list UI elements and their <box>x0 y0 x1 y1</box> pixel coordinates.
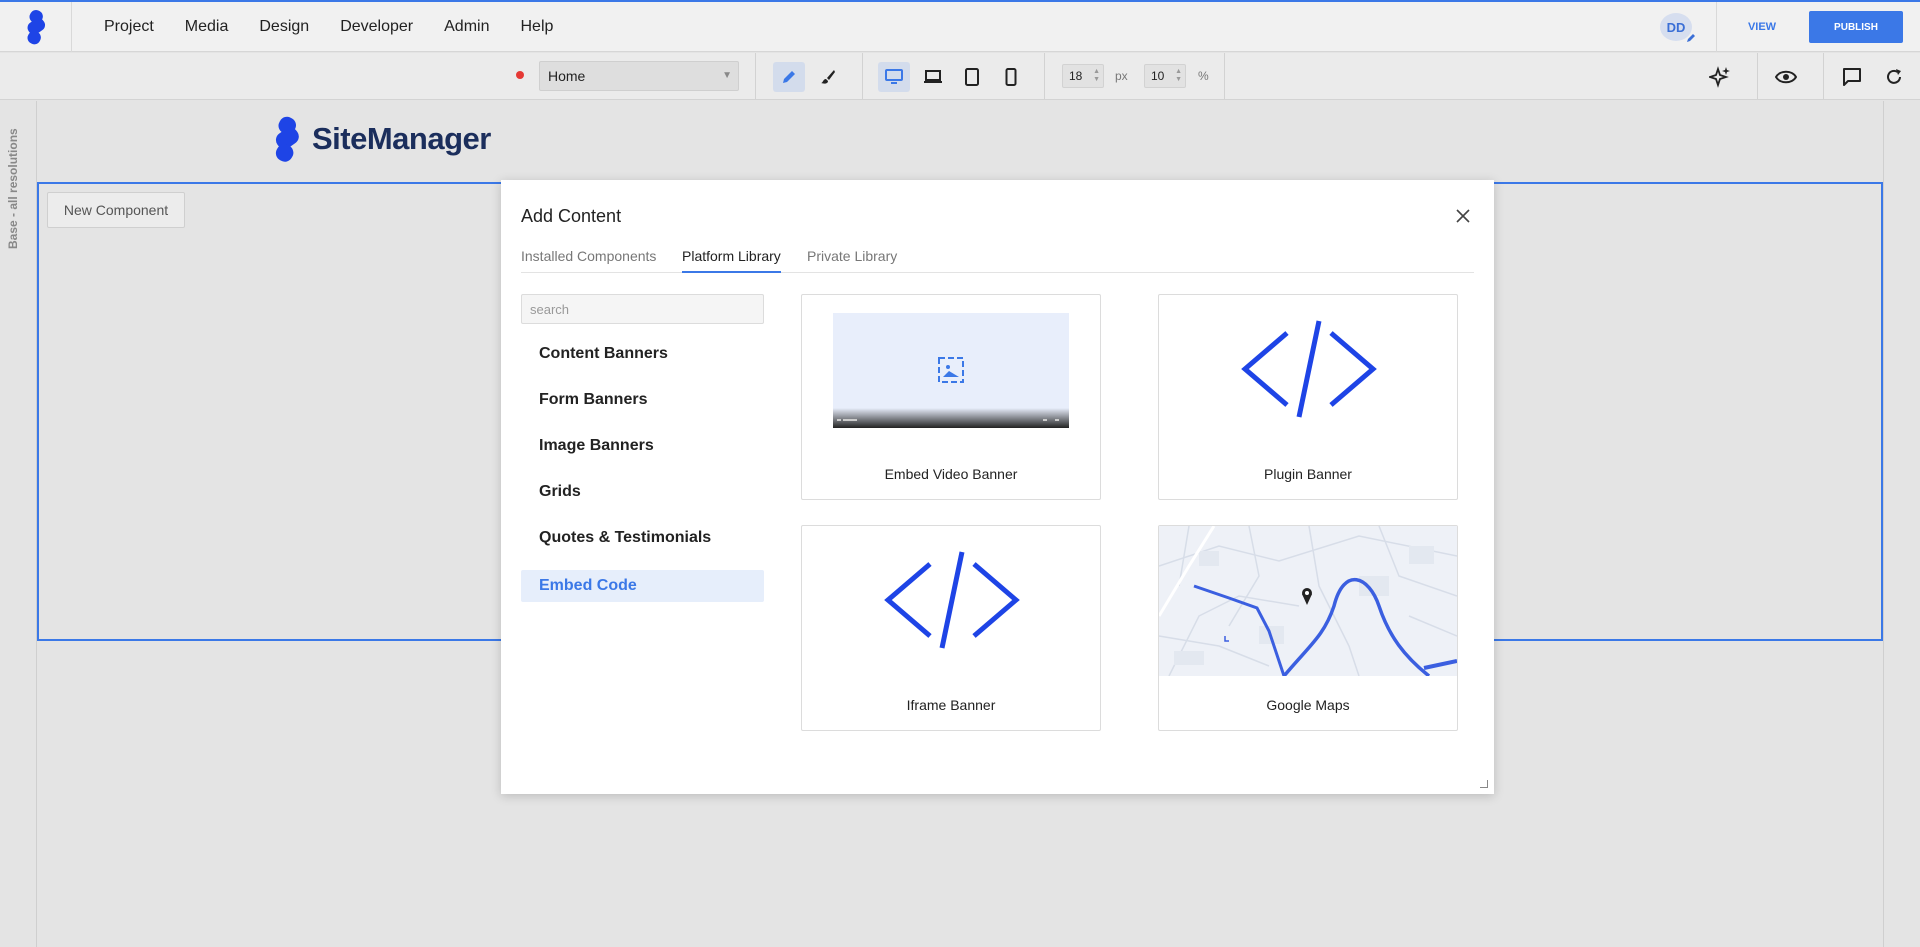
divider <box>1716 2 1717 52</box>
menu-media[interactable]: Media <box>185 18 229 36</box>
component-card-embed-video-banner[interactable]: Embed Video Banner <box>801 294 1101 500</box>
view-button[interactable]: VIEW <box>1738 16 1786 38</box>
dropdown-caret-icon: ▼ <box>722 70 732 81</box>
mobile-view-button[interactable] <box>995 62 1027 92</box>
divider <box>1044 53 1045 99</box>
sparkle-icon <box>1709 66 1730 88</box>
category-content-banners[interactable]: Content Banners <box>521 338 764 370</box>
component-card-google-maps[interactable]: Google Maps <box>1158 525 1458 731</box>
app-logo-icon <box>26 10 45 45</box>
top-nav: Project Media Design Developer Admin Hel… <box>0 0 1920 52</box>
spinner-icon[interactable]: ▲ ▼ <box>1175 68 1182 84</box>
site-logo[interactable]: SiteManager <box>270 113 491 165</box>
search-input[interactable] <box>521 294 764 324</box>
laptop-view-button[interactable] <box>917 62 949 92</box>
divider <box>755 53 756 99</box>
font-size-value: 18 <box>1069 69 1083 83</box>
category-grids[interactable]: Grids <box>521 476 764 508</box>
divider <box>1757 53 1758 99</box>
pencil-icon <box>783 71 795 83</box>
card-label: Embed Video Banner <box>884 466 1018 482</box>
menu-design[interactable]: Design <box>259 18 309 36</box>
divider <box>1224 53 1225 99</box>
spinner-icon[interactable]: ▲ ▼ <box>1093 68 1100 84</box>
style-mode-button[interactable] <box>812 62 844 92</box>
ai-assist-button[interactable] <box>1704 62 1736 92</box>
page-select[interactable]: Home ▼ <box>539 61 739 91</box>
tab-private-library[interactable]: Private Library <box>807 248 897 273</box>
menu-help[interactable]: Help <box>520 18 553 36</box>
close-icon <box>1456 209 1470 223</box>
main-menu: Project Media Design Developer Admin Hel… <box>104 2 553 52</box>
tablet-view-button[interactable] <box>956 62 988 92</box>
dialog-title: Add Content <box>521 206 622 226</box>
site-logo-text: SiteManager <box>312 121 491 156</box>
menu-admin[interactable]: Admin <box>444 18 489 36</box>
edit-pencil-icon <box>1687 34 1695 42</box>
percent-unit: % <box>1198 69 1209 83</box>
menu-developer[interactable]: Developer <box>340 18 413 36</box>
category-quotes-testimonials[interactable]: Quotes & Testimonials <box>521 522 764 554</box>
divider <box>1823 53 1824 99</box>
desktop-view-button[interactable] <box>878 62 910 92</box>
category-embed-code[interactable]: Embed Code <box>521 570 764 602</box>
publish-button[interactable]: PUBLISH <box>1809 11 1903 43</box>
percent-value: 10 <box>1151 69 1165 83</box>
tablet-icon <box>965 68 979 86</box>
tab-installed-components[interactable]: Installed Components <box>521 248 656 273</box>
app-logo[interactable] <box>0 2 72 52</box>
site-logo-icon <box>275 116 299 162</box>
edit-mode-button[interactable] <box>773 62 805 92</box>
divider <box>862 53 863 99</box>
laptop-icon <box>924 70 942 83</box>
category-image-banners[interactable]: Image Banners <box>521 430 764 462</box>
card-label: Google Maps <box>1266 697 1350 713</box>
close-button[interactable] <box>1451 204 1475 228</box>
page-select-value: Home <box>548 68 586 84</box>
font-size-input[interactable]: 18 ▲ ▼ <box>1062 64 1104 88</box>
comments-button[interactable] <box>1836 62 1868 92</box>
preview-button[interactable] <box>1770 62 1802 92</box>
tab-platform-library[interactable]: Platform Library <box>682 248 781 273</box>
user-avatar[interactable]: DD <box>1660 13 1695 42</box>
editor-toolbar: Home ▼ 18 ▲ ▼ px 10 ▲ ▼ % <box>0 53 1920 100</box>
unsaved-status-dot <box>516 71 524 79</box>
desktop-icon <box>885 69 903 84</box>
new-component-button[interactable]: New Component <box>47 192 185 228</box>
brush-icon <box>821 70 835 84</box>
category-form-banners[interactable]: Form Banners <box>521 384 764 416</box>
library-tabs: Installed Components Platform Library Pr… <box>521 248 1474 273</box>
video-thumbnail-icon <box>833 313 1069 428</box>
refresh-icon <box>1887 69 1901 84</box>
comment-icon <box>1843 68 1861 86</box>
menu-project[interactable]: Project <box>104 18 154 36</box>
avatar-initials: DD <box>1666 19 1686 35</box>
card-label: Iframe Banner <box>906 697 996 713</box>
add-content-dialog: Add Content Installed Components Platfor… <box>501 180 1494 794</box>
code-icon <box>1241 320 1377 418</box>
canvas-edge <box>1883 101 1884 947</box>
code-icon <box>884 551 1020 649</box>
eye-icon <box>1775 70 1797 84</box>
card-label: Plugin Banner <box>1264 466 1352 482</box>
percent-input[interactable]: 10 ▲ ▼ <box>1144 64 1186 88</box>
component-card-iframe-banner[interactable]: Iframe Banner <box>801 525 1101 731</box>
resolution-strip: Base - all resolutions <box>0 101 37 947</box>
resolution-label: Base - all resolutions <box>6 128 20 249</box>
mobile-icon <box>1005 68 1017 86</box>
component-card-plugin-banner[interactable]: Plugin Banner <box>1158 294 1458 500</box>
refresh-button[interactable] <box>1878 62 1910 92</box>
font-size-unit: px <box>1115 69 1128 83</box>
resize-handle-icon[interactable] <box>1480 780 1488 788</box>
map-thumbnail-icon <box>1159 526 1457 676</box>
